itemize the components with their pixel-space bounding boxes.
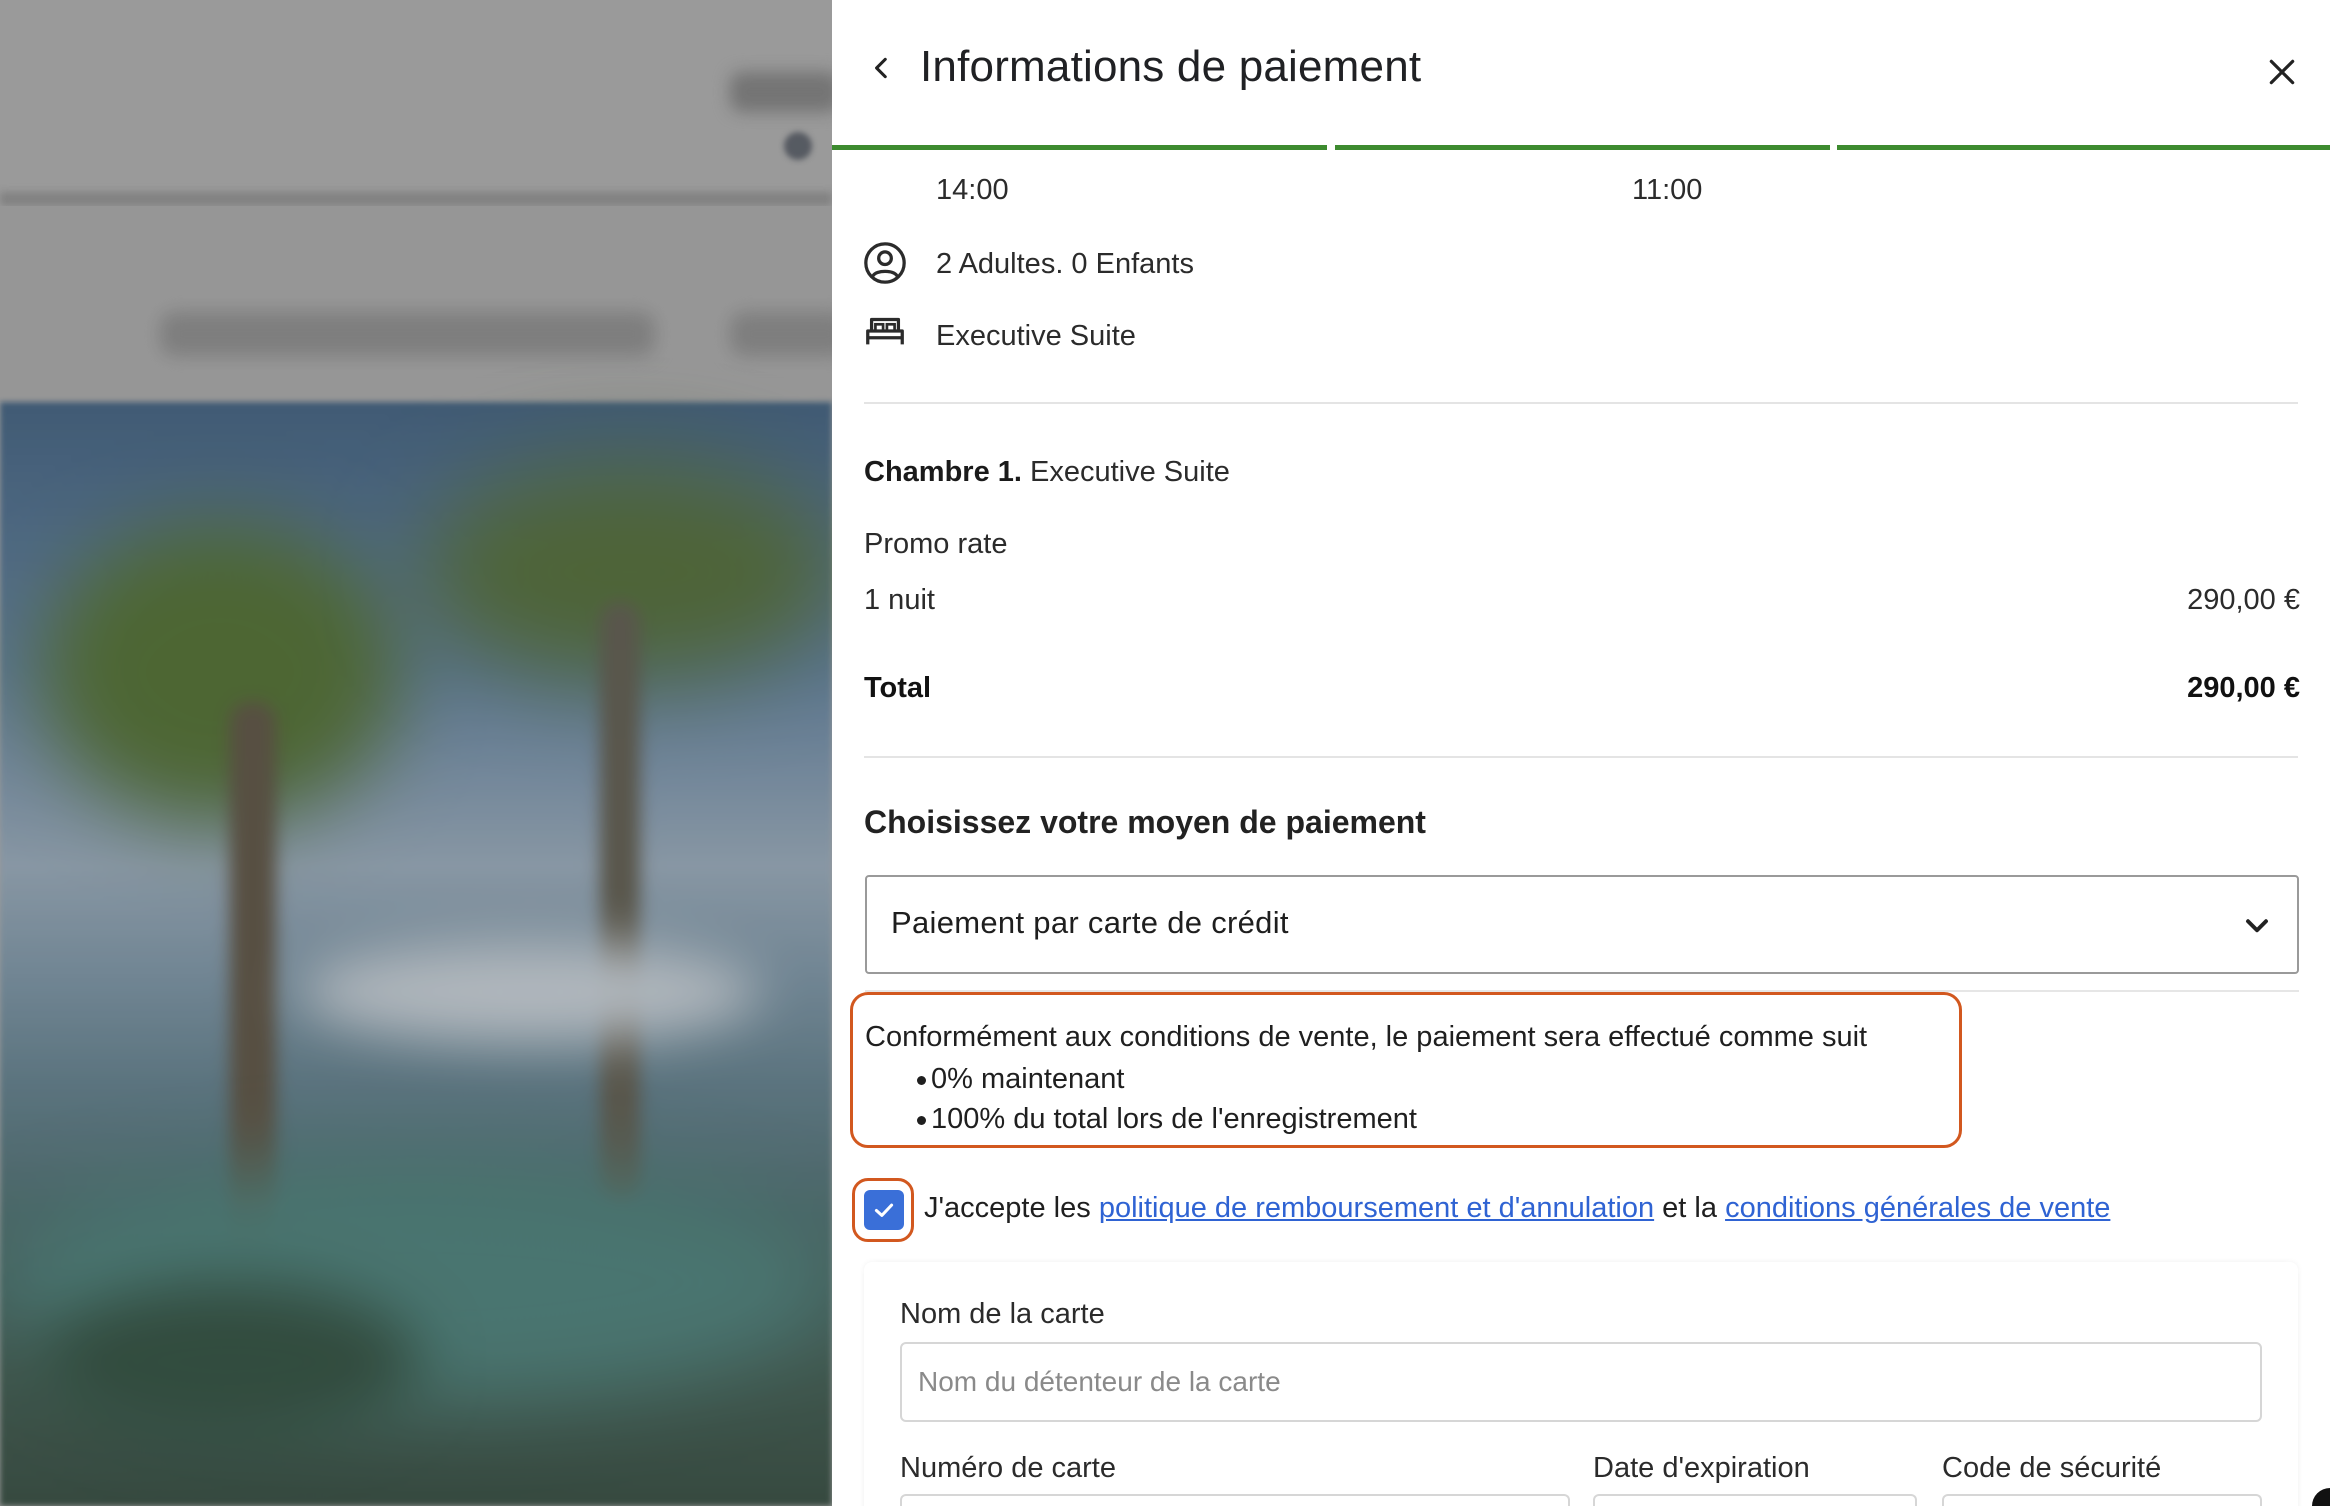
room-label: Chambre 1.: [864, 456, 1022, 488]
terms-consent-text: J'accepte les politique de remboursement…: [924, 1192, 2110, 1225]
card-name-label: Nom de la carte: [900, 1298, 1105, 1330]
payment-method-value: Paiement par carte de crédit: [891, 905, 1289, 940]
progress-step-2: [1335, 145, 1830, 150]
modal-overlay[interactable]: [0, 0, 832, 1506]
bed-icon: [866, 317, 904, 345]
window-corner: [2312, 1488, 2330, 1506]
list-item: 100% du total lors de l'enregistrement: [865, 1099, 1417, 1139]
total-label: Total: [864, 672, 932, 704]
terms-of-sale-link[interactable]: conditions générales de vente: [1725, 1192, 2110, 1224]
payment-schedule-notice: Conformément aux conditions de vente, le…: [850, 992, 1962, 1148]
user-circle-icon: [864, 242, 906, 284]
nights-amount: 290,00 €: [2187, 584, 2300, 616]
payment-method-heading: Choisissez votre moyen de paiement: [864, 804, 1426, 840]
card-expiry-input[interactable]: [1593, 1494, 1917, 1506]
drawer-header: Informations de paiement: [832, 0, 2330, 146]
progress-step-1: [832, 145, 1327, 150]
progress-step-3: [1837, 145, 2330, 150]
progress-steps: [832, 145, 2330, 150]
payment-schedule-list: 0% maintenant 100% du total lors de l'en…: [865, 1059, 1417, 1139]
notice-lead-text: Conformément aux conditions de vente, le…: [865, 1021, 1868, 1053]
rate-name: Promo rate: [864, 528, 1008, 560]
nights-label: 1 nuit: [864, 584, 935, 616]
card-number-label: Numéro de carte: [900, 1452, 1116, 1484]
room-heading: Chambre 1. Executive Suite: [864, 456, 1230, 489]
consent-prefix: J'accepte les: [924, 1192, 1091, 1224]
close-icon: [2269, 59, 2295, 85]
divider: [864, 756, 2298, 758]
card-cvc-input[interactable]: [1942, 1494, 2262, 1506]
total-amount: 290,00 €: [2187, 672, 2300, 704]
refund-policy-link[interactable]: politique de remboursement et d'annulati…: [1099, 1192, 1654, 1224]
guest-count: 2 Adultes. 0 Enfants: [936, 248, 1194, 280]
back-button[interactable]: [858, 44, 906, 92]
close-button[interactable]: [2258, 48, 2306, 96]
page-title: Informations de paiement: [920, 42, 1422, 91]
list-item: 0% maintenant: [865, 1059, 1417, 1099]
chevron-left-icon: [875, 57, 887, 79]
divider: [864, 402, 2298, 404]
background-page: [0, 0, 832, 1506]
payment-method-select[interactable]: Paiement par carte de crédit: [865, 875, 2299, 974]
checkout-time: 11:00: [1632, 174, 1703, 206]
payment-drawer: Informations de paiement 14:00 11:00 2 A…: [832, 0, 2330, 1506]
terms-checkbox[interactable]: [864, 1190, 904, 1230]
card-expiry-label: Date d'expiration: [1593, 1452, 1810, 1484]
card-number-input[interactable]: [900, 1494, 1570, 1506]
card-name-input[interactable]: [900, 1342, 2262, 1422]
consent-middle: et la: [1662, 1192, 1717, 1224]
room-type: Executive Suite: [936, 320, 1136, 352]
checkin-time: 14:00: [936, 174, 1009, 206]
chevron-down-icon: [2246, 919, 2268, 933]
check-icon: [874, 1203, 894, 1217]
card-cvc-label: Code de sécurité: [1942, 1452, 2162, 1484]
card-form: Nom de la carte Numéro de carte Date d'e…: [864, 1262, 2298, 1506]
room-name: Executive Suite: [1030, 456, 1230, 488]
